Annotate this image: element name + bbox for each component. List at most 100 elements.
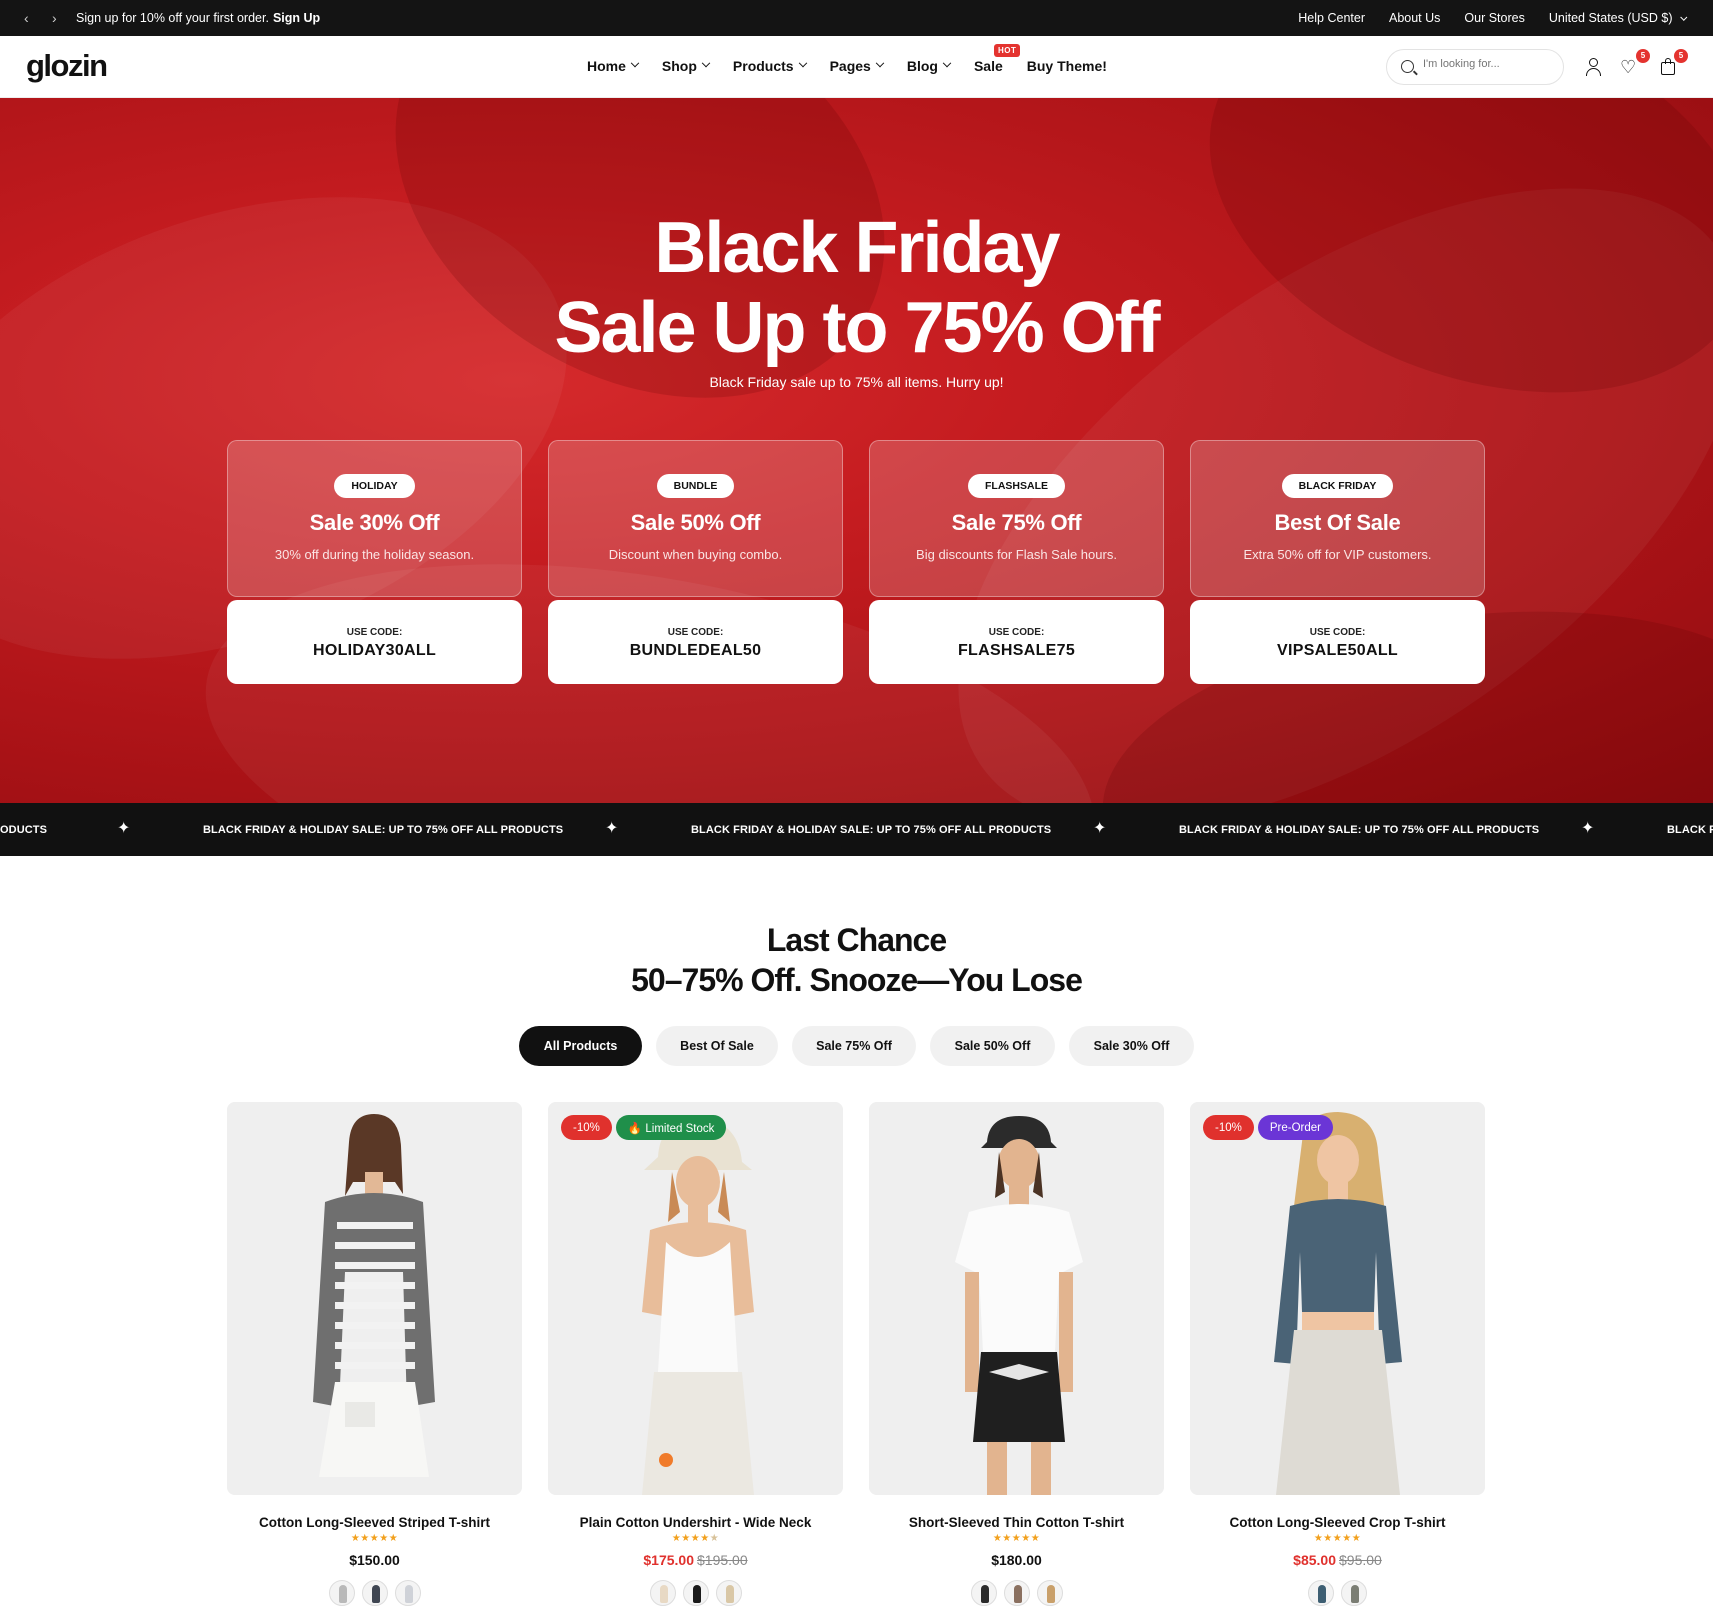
color-swatch[interactable]: [1036, 1580, 1063, 1606]
nav-label: Blog: [906, 58, 938, 74]
coupon-code-box[interactable]: USE CODE: VIPSALE50ALL: [1190, 600, 1485, 684]
color-swatch[interactable]: [328, 1580, 355, 1606]
coupon-card: BUNDLE Sale 50% Off Discount when buying…: [548, 440, 843, 684]
tab-sale-50[interactable]: Sale 50% Off: [930, 1026, 1055, 1066]
hero-banner: Black Friday Sale Up to 75% Off Black Fr…: [0, 98, 1713, 803]
color-swatch[interactable]: [682, 1580, 709, 1606]
currency-selector[interactable]: United States (USD $): [1549, 11, 1688, 25]
product-name[interactable]: Cotton Long-Sleeved Crop T-shirt: [1190, 1515, 1485, 1530]
sparkle-icon: ✦: [1093, 820, 1107, 837]
prev-arrow-icon[interactable]: ‹: [24, 10, 36, 26]
account-icon[interactable]: [1583, 56, 1605, 78]
nav-label: Sale: [973, 58, 1003, 74]
rating-stars-icon: ★★★★★: [992, 1533, 1041, 1544]
current-price: $175.00: [643, 1552, 694, 1568]
wishlist-icon[interactable]: ♡ 5: [1620, 49, 1650, 78]
chevron-down-icon: [875, 58, 885, 68]
hero-title-line1: Black Friday: [654, 208, 1060, 288]
product-name[interactable]: Short-Sleeved Thin Cotton T-shirt: [869, 1515, 1164, 1530]
search-box[interactable]: [1386, 49, 1564, 85]
rating-stars-icon: ★★★★★: [671, 1533, 720, 1544]
promo-text: Sign up for 10% off your first order.: [76, 11, 269, 25]
color-swatch[interactable]: [361, 1580, 388, 1606]
our-stores-link[interactable]: Our Stores: [1464, 11, 1524, 25]
signup-link[interactable]: Sign Up: [273, 11, 320, 25]
old-price: $95.00: [1339, 1552, 1382, 1568]
coupon-code: BUNDLEDEAL50: [629, 642, 762, 659]
sparkle-icon: ✦: [1581, 820, 1595, 837]
product-price: $150.00: [227, 1552, 522, 1568]
nav-item-buy-theme[interactable]: Buy Theme!: [1027, 58, 1107, 74]
color-swatch[interactable]: [649, 1580, 676, 1606]
nav-item-pages[interactable]: Pages: [829, 58, 885, 74]
nav-label: Buy Theme!: [1026, 58, 1107, 74]
coupon-description: Big discounts for Flash Sale hours.: [916, 547, 1117, 562]
product-image[interactable]: -10% Pre-Order: [1190, 1102, 1485, 1495]
color-swatch[interactable]: [1003, 1580, 1030, 1606]
nav-item-products[interactable]: Products: [732, 58, 807, 74]
coupon-code: FLASHSALE75: [957, 642, 1076, 659]
color-swatches: [548, 1580, 843, 1606]
product-price: $180.00: [869, 1552, 1164, 1568]
product-card[interactable]: Short-Sleeved Thin Cotton T-shirt ★★★★★ …: [869, 1102, 1164, 1606]
nav-label: Products: [732, 58, 794, 74]
product-filter-tabs: All Products Best Of Sale Sale 75% Off S…: [519, 1026, 1194, 1066]
chevron-down-icon: [798, 58, 807, 68]
hot-badge: HOT: [993, 44, 1021, 57]
limited-stock-badge: 🔥 Limited Stock: [615, 1115, 727, 1140]
section-title-line1: Last Chance: [766, 922, 947, 958]
sparkle-icon: ✦: [117, 820, 131, 837]
tab-best-of-sale[interactable]: Best Of Sale: [656, 1026, 778, 1066]
tab-all-products[interactable]: All Products: [519, 1026, 642, 1066]
coupon-code: VIPSALE50ALL: [1277, 642, 1398, 659]
color-swatches: [869, 1580, 1164, 1606]
product-price: $175.00 $195.00: [548, 1552, 843, 1568]
chevron-down-icon: [942, 58, 952, 68]
product-name[interactable]: Cotton Long-Sleeved Striped T-shirt: [227, 1515, 522, 1530]
tab-sale-30[interactable]: Sale 30% Off: [1069, 1026, 1194, 1066]
coupon-card: BLACK FRIDAY Best Of Sale Extra 50% off …: [1190, 440, 1485, 684]
search-input[interactable]: [1423, 58, 1553, 70]
help-center-link[interactable]: Help Center: [1298, 11, 1365, 25]
hero-subtitle: Black Friday sale up to 75% all items. H…: [709, 374, 1004, 390]
color-swatch[interactable]: [970, 1580, 997, 1606]
chevron-down-icon: [701, 58, 711, 68]
nav-item-sale[interactable]: HOT Sale: [973, 44, 1021, 74]
coupon-tag: BUNDLE: [656, 474, 735, 498]
nav-item-home[interactable]: Home: [587, 58, 640, 74]
nav-item-blog[interactable]: Blog: [906, 58, 952, 74]
color-swatch[interactable]: [1308, 1580, 1334, 1606]
model-illustration: [227, 1102, 522, 1495]
coupon-code-box[interactable]: USE CODE: BUNDLEDEAL50: [548, 600, 843, 684]
nav-label: Pages: [829, 58, 871, 74]
product-card[interactable]: Cotton Long-Sleeved Striped T-shirt ★★★★…: [227, 1102, 522, 1606]
product-card[interactable]: -10% Pre-Order Cotton Long-Sleeved Crop …: [1190, 1102, 1485, 1606]
cart-icon[interactable]: 5: [1658, 49, 1688, 78]
tab-sale-75[interactable]: Sale 75% Off: [792, 1026, 916, 1066]
product-badges: -10% 🔥 Limited Stock: [561, 1115, 727, 1140]
product-card[interactable]: -10% 🔥 Limited Stock Plain Cotton Unders…: [548, 1102, 843, 1606]
coupon-code-box[interactable]: USE CODE: HOLIDAY30ALL: [227, 600, 522, 684]
color-swatch[interactable]: [394, 1580, 421, 1606]
next-arrow-icon[interactable]: ›: [52, 10, 64, 26]
marquee-text: BLACK FRIDAY & HOLIDAY SALE: UP TO 75% O…: [203, 824, 564, 836]
nav-item-shop[interactable]: Shop: [662, 58, 711, 74]
model-illustration: [869, 1102, 1164, 1495]
main-nav: Home Shop Products Pages Blog HOT Sale Bu…: [587, 44, 1131, 74]
current-price: $180.00: [991, 1552, 1042, 1568]
wishlist-count: 5: [1636, 49, 1650, 63]
site-logo[interactable]: glozin: [26, 48, 108, 84]
color-swatch[interactable]: [1341, 1580, 1367, 1606]
marquee-text: ODUCTS: [0, 824, 48, 836]
product-name[interactable]: Plain Cotton Undershirt - Wide Neck: [548, 1515, 843, 1530]
color-swatches: [227, 1580, 522, 1606]
current-price: $150.00: [349, 1552, 400, 1568]
coupon-code-box[interactable]: USE CODE: FLASHSALE75: [869, 600, 1164, 684]
product-badges: -10% Pre-Order: [1203, 1115, 1333, 1140]
color-swatch[interactable]: [715, 1580, 742, 1606]
product-image[interactable]: [227, 1102, 522, 1495]
product-image[interactable]: -10% 🔥 Limited Stock: [548, 1102, 843, 1495]
product-image[interactable]: [869, 1102, 1164, 1495]
about-us-link[interactable]: About Us: [1389, 11, 1440, 25]
use-code-label: USE CODE:: [667, 627, 724, 638]
